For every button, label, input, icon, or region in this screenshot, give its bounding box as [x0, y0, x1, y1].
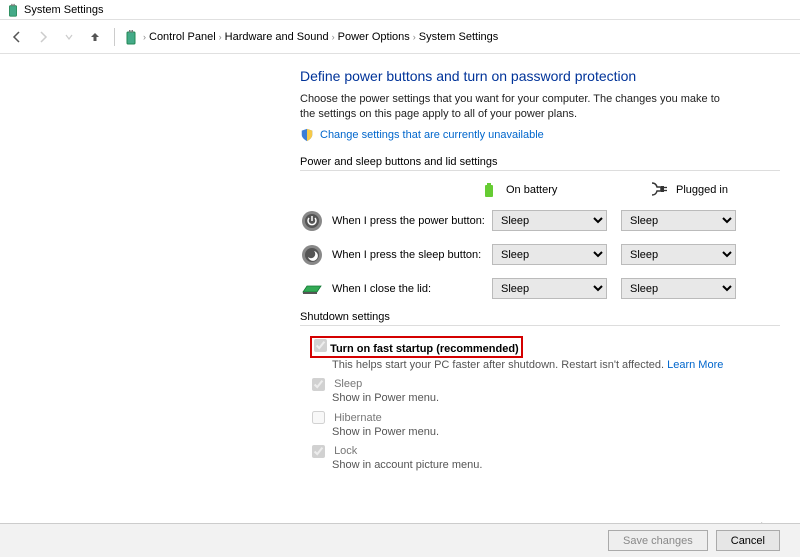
lock-label: Lock [334, 445, 357, 457]
recent-dropdown[interactable] [58, 26, 80, 48]
sleep-desc: Show in Power menu. [332, 391, 780, 405]
chevron-right-icon: › [219, 32, 222, 42]
footer-bar: Save changes Cancel [0, 523, 800, 557]
buttons-section-header: Power and sleep buttons and lid settings [300, 156, 780, 171]
up-button[interactable] [84, 26, 106, 48]
laptop-lid-icon [300, 277, 324, 301]
change-settings-link[interactable]: Change settings that are currently unava… [320, 129, 544, 141]
learn-more-link[interactable]: Learn More [667, 359, 723, 371]
highlight-box: Turn on fast startup (recommended) [310, 336, 523, 358]
close-lid-plugged-select[interactable]: Sleep [621, 278, 736, 299]
cancel-button[interactable]: Cancel [716, 530, 780, 551]
nav-separator [114, 28, 115, 46]
close-lid-battery-select[interactable]: Sleep [492, 278, 607, 299]
page-description: Choose the power settings that you want … [300, 92, 730, 122]
nav-bar: › Control Panel › Hardware and Sound › P… [0, 20, 800, 54]
lock-desc: Show in account picture menu. [332, 458, 780, 472]
chevron-right-icon: › [332, 32, 335, 42]
hibernate-label: Hibernate [334, 412, 382, 424]
hibernate-desc: Show in Power menu. [332, 425, 780, 439]
battery-icon [480, 181, 498, 199]
hibernate-option: Hibernate Show in Power menu. [312, 411, 780, 440]
hibernate-checkbox [312, 411, 325, 424]
close-lid-label: When I close the lid: [332, 283, 492, 295]
back-button[interactable] [6, 26, 28, 48]
power-button-label: When I press the power button: [332, 215, 492, 227]
sleep-checkbox [312, 378, 325, 391]
breadcrumb-item[interactable]: System Settings [419, 31, 498, 43]
shutdown-section-header: Shutdown settings [300, 311, 780, 326]
window-title: System Settings [24, 4, 103, 16]
fast-startup-label: Turn on fast startup (recommended) [330, 343, 519, 355]
plugged-in-label: Plugged in [676, 184, 728, 196]
plug-icon [650, 181, 668, 199]
sleep-button-label: When I press the sleep button: [332, 249, 492, 261]
chevron-right-icon: › [413, 32, 416, 42]
lock-checkbox [312, 445, 325, 458]
fast-startup-desc: This helps start your PC faster after sh… [332, 358, 780, 372]
lock-option: Lock Show in account picture menu. [312, 444, 780, 473]
content-area: Define power buttons and turn on passwor… [0, 54, 780, 473]
sleep-label: Sleep [334, 378, 362, 390]
title-bar: System Settings [0, 0, 800, 20]
forward-button[interactable] [32, 26, 54, 48]
sleep-button-plugged-select[interactable]: Sleep [621, 244, 736, 265]
sleep-button-battery-select[interactable]: Sleep [492, 244, 607, 265]
breadcrumb-item[interactable]: Control Panel [149, 31, 216, 43]
power-button-row: When I press the power button: Sleep Sle… [300, 209, 780, 233]
fast-startup-option: This helps start your PC faster after sh… [312, 358, 780, 372]
on-battery-label: On battery [506, 184, 557, 196]
page-heading: Define power buttons and turn on passwor… [300, 68, 780, 84]
chevron-right-icon[interactable]: › [143, 32, 146, 42]
save-changes-button[interactable]: Save changes [608, 530, 708, 551]
sleep-button-icon [300, 243, 324, 267]
fast-startup-checkbox [314, 339, 327, 352]
on-battery-header: On battery [480, 181, 590, 199]
breadcrumb-item[interactable]: Hardware and Sound [225, 31, 329, 43]
column-headers: On battery Plugged in [480, 181, 780, 199]
close-lid-row: When I close the lid: Sleep Sleep [300, 277, 780, 301]
power-button-icon [300, 209, 324, 233]
breadcrumb: › Control Panel › Hardware and Sound › P… [143, 31, 498, 43]
shutdown-section: Shutdown settings Turn on fast startup (… [300, 311, 780, 473]
plugged-in-header: Plugged in [650, 181, 760, 199]
breadcrumb-item[interactable]: Power Options [338, 31, 410, 43]
power-button-plugged-select[interactable]: Sleep [621, 210, 736, 231]
change-settings-line: Change settings that are currently unava… [300, 128, 780, 142]
power-options-icon [123, 29, 139, 45]
sleep-button-row: When I press the sleep button: Sleep Sle… [300, 243, 780, 267]
power-button-battery-select[interactable]: Sleep [492, 210, 607, 231]
power-options-icon [6, 3, 20, 17]
sleep-option: Sleep Show in Power menu. [312, 377, 780, 406]
shield-icon [300, 128, 314, 142]
